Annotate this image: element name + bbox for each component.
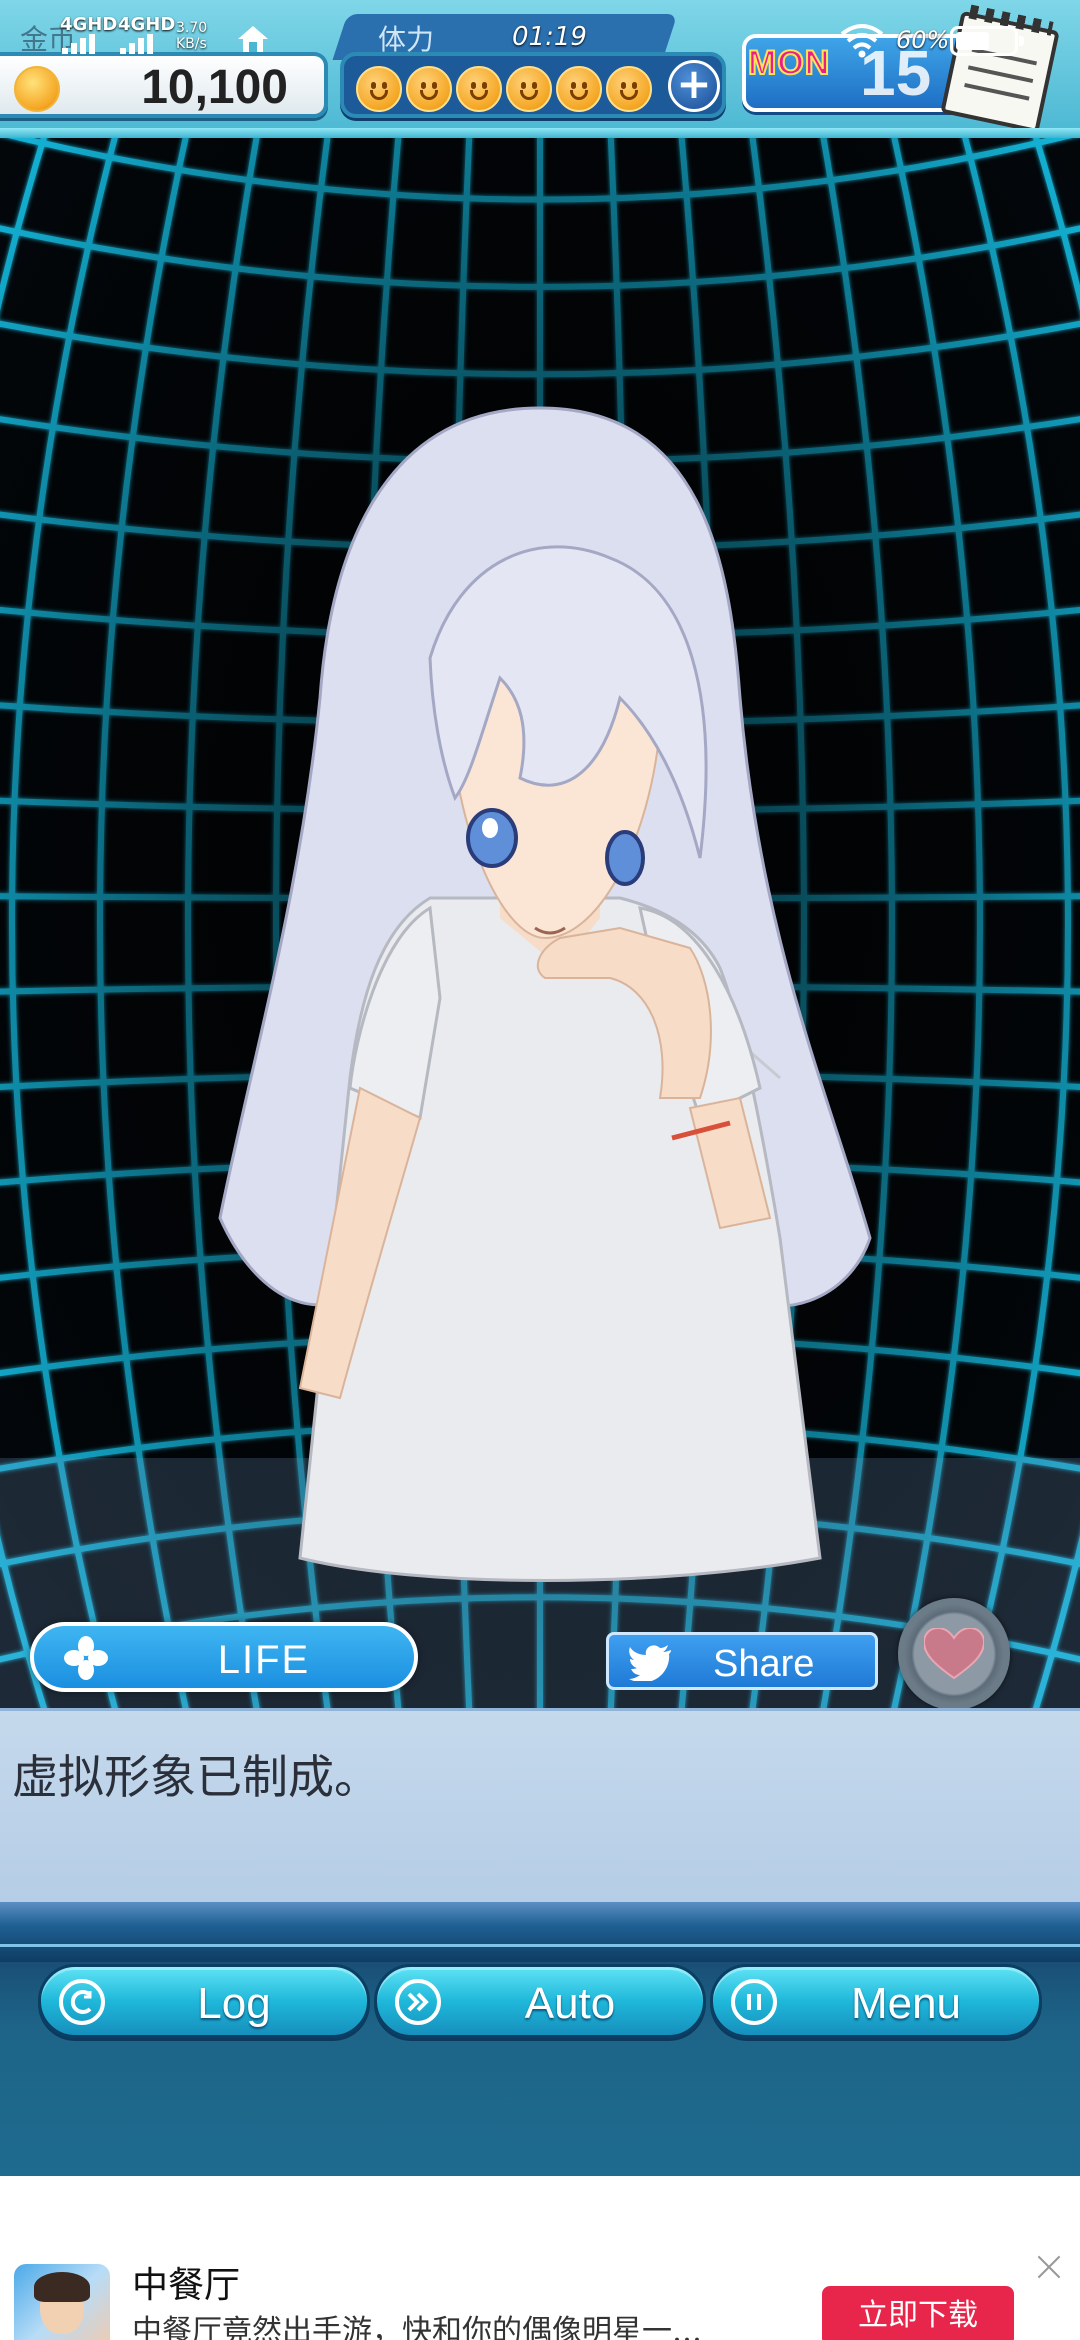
log-button[interactable]: Log [38, 1964, 370, 2038]
net-speed-value: 3.70 [176, 20, 208, 36]
ad-banner[interactable]: 中餐厅 中餐厅竟然出手游，快和你的偶像明星一… 立即下载 [0, 2176, 1080, 2340]
battery-percent: 60% [896, 26, 950, 54]
ad-title[interactable]: 中餐厅 [132, 2256, 240, 2308]
status-clock: 01:19 [512, 22, 587, 52]
bird-icon [629, 1645, 671, 1681]
signal-bars-icon [62, 34, 98, 54]
ad-download-button[interactable]: 立即下载 [822, 2286, 1014, 2340]
stamina-smiley-icon [406, 66, 452, 112]
coin-icon [14, 66, 60, 112]
net-speed-unit: KB/s [176, 36, 207, 52]
wifi-icon [840, 24, 884, 58]
top-hud: 金币 体力 10,100 + MON 15 4GHD 4GHD 3.70 KB/… [0, 0, 1080, 138]
life-button[interactable]: LIFE [30, 1622, 418, 1692]
dialogue-divider [0, 1902, 1080, 1962]
add-stamina-button[interactable]: + [668, 60, 720, 112]
share-label: Share [713, 1643, 815, 1685]
stamina-smiley-icon [556, 66, 602, 112]
clover-icon [64, 1636, 108, 1680]
favorite-button[interactable] [898, 1598, 1010, 1710]
stamina-smiley-icon [606, 66, 652, 112]
game-scene[interactable] [0, 138, 1080, 1708]
character-sprite[interactable] [0, 138, 1080, 1708]
menu-button[interactable]: Menu [710, 1964, 1042, 2038]
stamina-smiley-icon [506, 66, 552, 112]
signal-label-1: 4GHD [60, 14, 118, 35]
stamina-smiley-icon [356, 66, 402, 112]
pause-icon [731, 1979, 777, 2025]
log-icon [59, 1979, 105, 2025]
heart-icon [924, 1628, 984, 1680]
auto-button[interactable]: Auto [374, 1964, 706, 2038]
dialogue-text: 虚拟形象已制成。 [12, 1750, 380, 1804]
home-icon [238, 26, 268, 52]
battery-icon [950, 26, 1024, 56]
signal-label-2: 4GHD [118, 14, 176, 35]
gold-value: 10,100 [141, 61, 288, 114]
share-button[interactable]: Share [606, 1632, 878, 1690]
system-status-bar: 4GHD 4GHD 3.70 KB/s 01:19 60% [0, 0, 1080, 60]
auto-label: Auto [524, 1979, 616, 2028]
stamina-smiley-icon [456, 66, 502, 112]
log-label: Log [197, 1979, 271, 2028]
life-label: LIFE [217, 1638, 311, 1682]
net-speed: 3.70 KB/s [176, 20, 207, 52]
ad-close-icon[interactable] [1034, 2252, 1064, 2282]
menu-label: Menu [850, 1979, 962, 2028]
ad-avatar[interactable] [14, 2264, 110, 2340]
signal-bars-icon [120, 34, 156, 54]
dialogue-box[interactable]: 虚拟形象已制成。 [0, 1708, 1080, 1902]
fast-forward-icon [395, 1979, 441, 2025]
gold-panel: 10,100 [0, 52, 328, 118]
ad-description[interactable]: 中餐厅竟然出手游，快和你的偶像明星一… [132, 2306, 812, 2340]
